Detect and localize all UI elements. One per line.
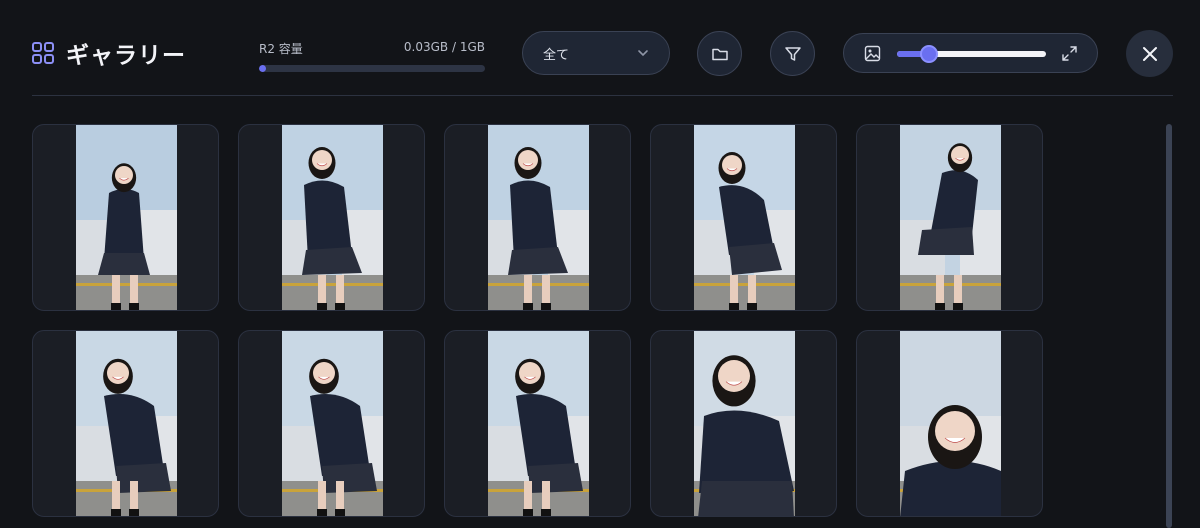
gallery-item[interactable] xyxy=(444,330,631,517)
storage-progress-fill xyxy=(259,65,266,72)
gallery-item[interactable] xyxy=(32,330,219,517)
gallery-photo xyxy=(282,331,383,516)
zoom-slider[interactable] xyxy=(897,45,1046,63)
folder-button[interactable] xyxy=(697,31,742,76)
header: ギャラリー R2 容量 0.03GB / 1GB 全て xyxy=(0,0,1200,96)
zoom-control xyxy=(843,33,1098,73)
filter-button[interactable] xyxy=(770,31,815,76)
image-icon xyxy=(864,45,881,62)
gallery-photo xyxy=(76,331,177,516)
gallery-photo xyxy=(694,331,795,516)
gallery-item[interactable] xyxy=(238,124,425,311)
gallery-item[interactable] xyxy=(856,124,1043,311)
gallery-photo xyxy=(76,125,177,310)
gallery-scrollbar[interactable] xyxy=(1166,124,1172,528)
grid-icon xyxy=(32,42,54,64)
filter-select[interactable]: 全て xyxy=(522,31,670,75)
gallery-item[interactable] xyxy=(32,124,219,311)
gallery-photo xyxy=(900,125,1001,310)
gallery-item[interactable] xyxy=(856,330,1043,517)
storage-progress-bar xyxy=(259,65,485,72)
gallery-photo xyxy=(488,125,589,310)
chevron-down-icon xyxy=(638,50,648,57)
gallery-item[interactable] xyxy=(238,330,425,517)
page-title: ギャラリー xyxy=(66,43,186,69)
gallery-item[interactable] xyxy=(650,330,837,517)
storage-meter: R2 容量 0.03GB / 1GB xyxy=(259,40,485,72)
header-divider xyxy=(32,95,1173,96)
gallery-photo xyxy=(282,125,383,310)
gallery-grid xyxy=(32,124,1152,517)
title-group: ギャラリー xyxy=(32,36,186,70)
zoom-slider-thumb[interactable] xyxy=(919,45,938,63)
gallery-item[interactable] xyxy=(444,124,631,311)
storage-usage: 0.03GB / 1GB xyxy=(403,40,485,54)
expand-icon[interactable] xyxy=(1061,45,1078,62)
storage-label: R2 容量 xyxy=(259,42,303,56)
folder-icon xyxy=(711,48,728,60)
close-icon xyxy=(1142,46,1157,61)
gallery-photo xyxy=(694,125,795,310)
filter-icon xyxy=(784,46,801,61)
gallery-item[interactable] xyxy=(650,124,837,311)
close-button[interactable] xyxy=(1126,30,1173,77)
gallery-photo xyxy=(488,331,589,516)
filter-select-value: 全て xyxy=(543,47,570,63)
gallery-photo xyxy=(900,331,1001,516)
